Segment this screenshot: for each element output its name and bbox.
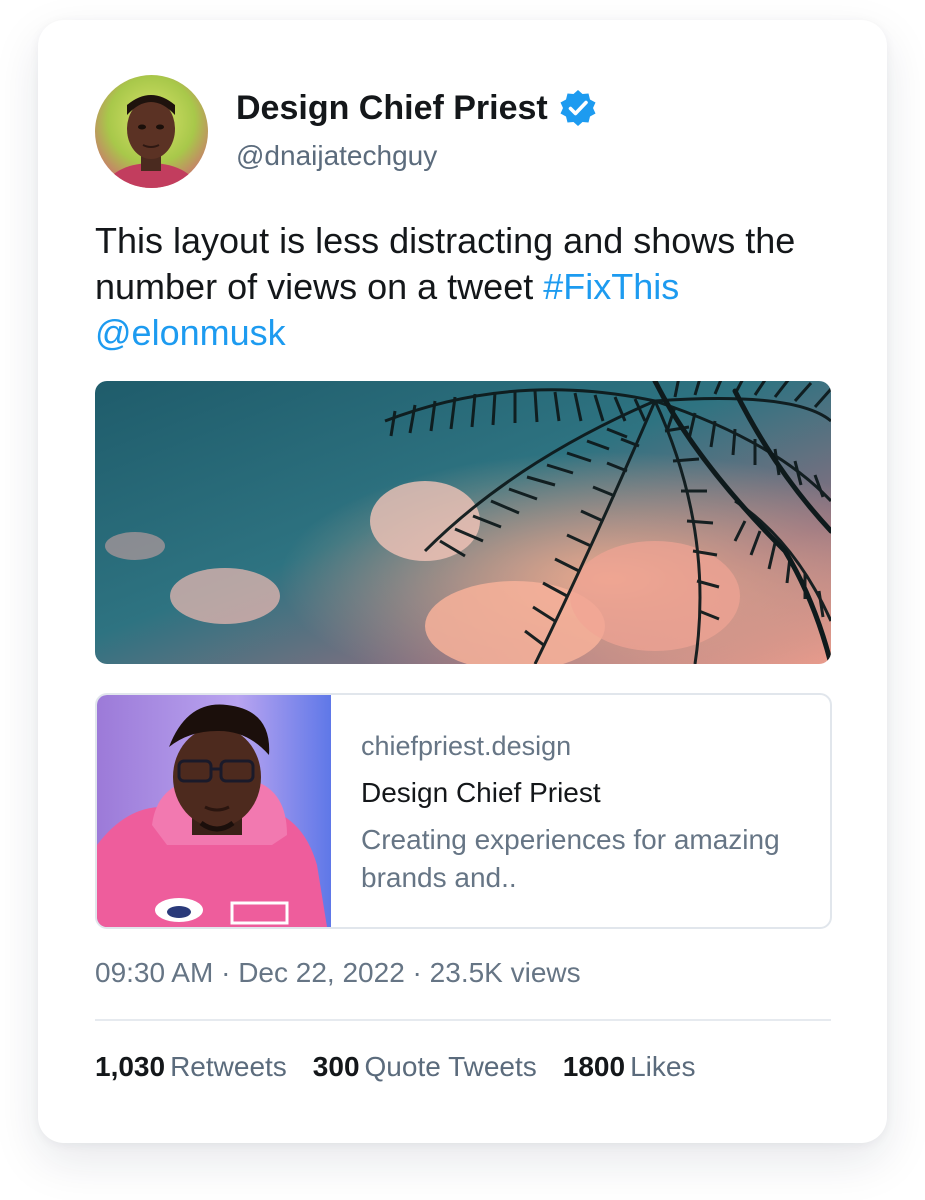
palm-trees-sky-photo[interactable]	[95, 381, 831, 664]
mention-link[interactable]: @elonmusk	[95, 312, 286, 353]
meta-separator: ·	[404, 957, 430, 988]
divider	[95, 1019, 831, 1021]
tweet-views: 23.5K views	[429, 957, 581, 988]
quote-tweets-stat[interactable]: 300 Quote Tweets	[313, 1051, 537, 1083]
link-card-title: Design Chief Priest	[361, 777, 601, 808]
quote-tweets-label: Quote Tweets	[364, 1051, 537, 1082]
tweet-stats: 1,030 Retweets 300 Quote Tweets 1800 Likes	[95, 1051, 721, 1083]
likes-label: Likes	[630, 1051, 696, 1082]
link-preview-card[interactable]: chiefpriest.design Design Chief Priest C…	[95, 693, 832, 929]
likes-count: 1800	[562, 1051, 626, 1082]
likes-stat[interactable]: 1800 Likes	[563, 1051, 696, 1083]
quote-tweets-count: 300	[312, 1051, 360, 1082]
link-card-description: Creating experiences for amazing brands …	[361, 824, 780, 893]
retweets-stat[interactable]: 1,030 Retweets	[95, 1051, 287, 1083]
author-name[interactable]: Design Chief Priest	[236, 88, 598, 128]
tweet-date[interactable]: Dec 22, 2022	[238, 957, 405, 988]
meta-separator: ·	[213, 957, 239, 988]
tweet-time[interactable]: 09:30 AM	[95, 957, 213, 988]
hashtag-link[interactable]: #FixThis	[543, 266, 679, 307]
retweets-count: 1,030	[95, 1051, 166, 1082]
author-handle[interactable]: @dnaijatechguy	[236, 140, 437, 172]
tweet-card: Design Chief Priest @dnaijatechguy This …	[38, 20, 887, 1143]
verified-badge-icon	[558, 88, 598, 128]
author-display-name[interactable]: Design Chief Priest	[236, 89, 548, 128]
author-avatar[interactable]	[95, 75, 208, 188]
tweet-body: This layout is less distracting and show…	[95, 220, 796, 307]
tweet-text: This layout is less distracting and show…	[95, 218, 835, 356]
retweets-label: Retweets	[170, 1051, 287, 1082]
link-card-domain: chiefpriest.design	[361, 731, 572, 761]
tweet-meta: 09:30 AM · Dec 22, 2022 · 23.5K views	[95, 957, 581, 989]
link-card-thumbnail	[97, 695, 331, 927]
